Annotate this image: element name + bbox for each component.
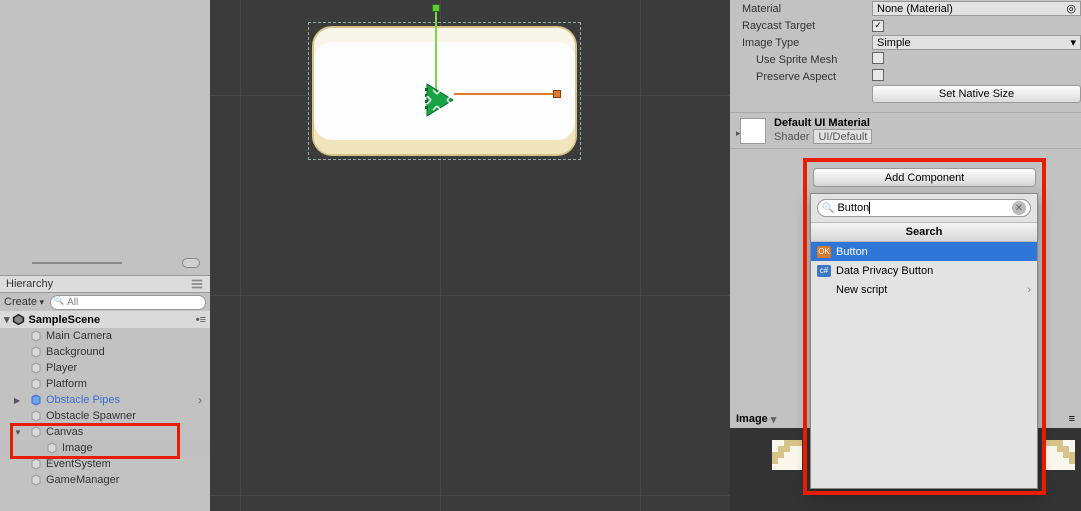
add-component-popup: 🔍 Button ✕ Search OK Button c# Data Priv…: [810, 193, 1038, 489]
prop-label-material: Material: [742, 3, 872, 15]
scene-row[interactable]: ▾ SampleScene •≡: [0, 311, 210, 328]
fold-icon[interactable]: ▸: [736, 128, 741, 139]
hierarchy-item-canvas[interactable]: Canvas: [0, 424, 210, 440]
create-dropdown[interactable]: Create: [4, 296, 44, 308]
shader-label: Shader: [774, 131, 809, 143]
hierarchy-header: Hierarchy: [0, 275, 210, 293]
component-option-new-script[interactable]: New script ›: [811, 280, 1037, 299]
player-sprite: [423, 80, 457, 120]
gameobject-icon: [30, 362, 42, 374]
prefab-icon: [30, 394, 42, 406]
fold-icon[interactable]: ▾: [4, 313, 10, 326]
use-sprite-mesh-checkbox[interactable]: [872, 52, 884, 64]
material-swatch: [740, 118, 766, 144]
component-badge-icon: OK: [817, 246, 831, 258]
raycast-checkbox[interactable]: [872, 20, 884, 32]
preview-menu-icon[interactable]: ≡: [1069, 413, 1075, 425]
prop-label-raycast: Raycast Target: [742, 20, 872, 32]
shader-dropdown[interactable]: UI/Default: [813, 129, 872, 144]
fold-icon[interactable]: ▾: [771, 413, 777, 426]
material-section[interactable]: ▸ Default UI Material Shader UI/Default: [730, 112, 1081, 149]
prop-label-use-sprite-mesh: Use Sprite Mesh: [742, 54, 872, 66]
hierarchy-item-obstacle-pipes[interactable]: Obstacle Pipes: [0, 392, 210, 408]
panel-menu-icon[interactable]: [190, 277, 204, 291]
component-search-input[interactable]: 🔍 Button ✕: [817, 199, 1031, 217]
component-option-data-privacy-button[interactable]: c# Data Privacy Button: [811, 261, 1037, 280]
hierarchy-toolbar: Create All: [0, 293, 210, 311]
clear-search-icon[interactable]: ✕: [1012, 201, 1026, 215]
gizmo-y-handle[interactable]: [432, 4, 440, 12]
component-option-button[interactable]: OK Button: [811, 242, 1037, 261]
hierarchy-item-gamemanager[interactable]: GameManager: [0, 472, 210, 488]
hierarchy-item-eventsystem[interactable]: EventSystem: [0, 456, 210, 472]
hierarchy-title: Hierarchy: [6, 278, 53, 290]
hierarchy-item-obstacle-spawner[interactable]: Obstacle Spawner: [0, 408, 210, 424]
add-component-button[interactable]: Add Component: [813, 168, 1036, 187]
popup-header: Search: [811, 222, 1037, 242]
gameobject-icon: [30, 426, 42, 438]
prop-label-preserve-aspect: Preserve Aspect: [742, 71, 872, 83]
prop-label-image-type: Image Type: [742, 37, 872, 49]
hierarchy-search-input[interactable]: All: [50, 295, 206, 310]
image-type-dropdown[interactable]: Simple▾: [872, 35, 1081, 50]
gameobject-icon: [30, 378, 42, 390]
set-native-size-button[interactable]: Set Native Size: [872, 85, 1081, 103]
material-title: Default UI Material: [774, 117, 872, 129]
zoom-slider[interactable]: [0, 258, 210, 268]
hierarchy-item-image[interactable]: Image: [0, 440, 210, 456]
hierarchy-item-background[interactable]: Background: [0, 344, 210, 360]
material-field[interactable]: None (Material)◎: [872, 1, 1081, 16]
preserve-aspect-checkbox[interactable]: [872, 69, 884, 81]
search-icon: 🔍: [822, 203, 834, 214]
gameobject-icon: [30, 474, 42, 486]
scene-context-icon[interactable]: •≡: [196, 314, 206, 326]
gizmo-x-axis[interactable]: [454, 93, 554, 95]
hierarchy-item-main-camera[interactable]: Main Camera: [0, 328, 210, 344]
hierarchy-item-player[interactable]: Player: [0, 360, 210, 376]
chevron-right-icon: ›: [1027, 284, 1031, 296]
gameobject-icon: [30, 458, 42, 470]
gameobject-icon: [30, 410, 42, 422]
unity-scene-icon: [12, 313, 25, 326]
gizmo-x-handle[interactable]: [553, 90, 561, 98]
hierarchy-panel: Hierarchy Create All ▾ SampleScene •≡ Ma…: [0, 0, 210, 511]
hierarchy-tree: Main Camera Background Player Platform O…: [0, 328, 210, 488]
gameobject-icon: [30, 330, 42, 342]
preview-title: Image: [736, 413, 768, 425]
scene-name: SampleScene: [29, 314, 101, 326]
gameobject-icon: [30, 346, 42, 358]
script-badge-icon: c#: [817, 265, 831, 277]
gameobject-icon: [46, 442, 58, 454]
scene-view[interactable]: [210, 0, 730, 511]
hierarchy-item-platform[interactable]: Platform: [0, 376, 210, 392]
